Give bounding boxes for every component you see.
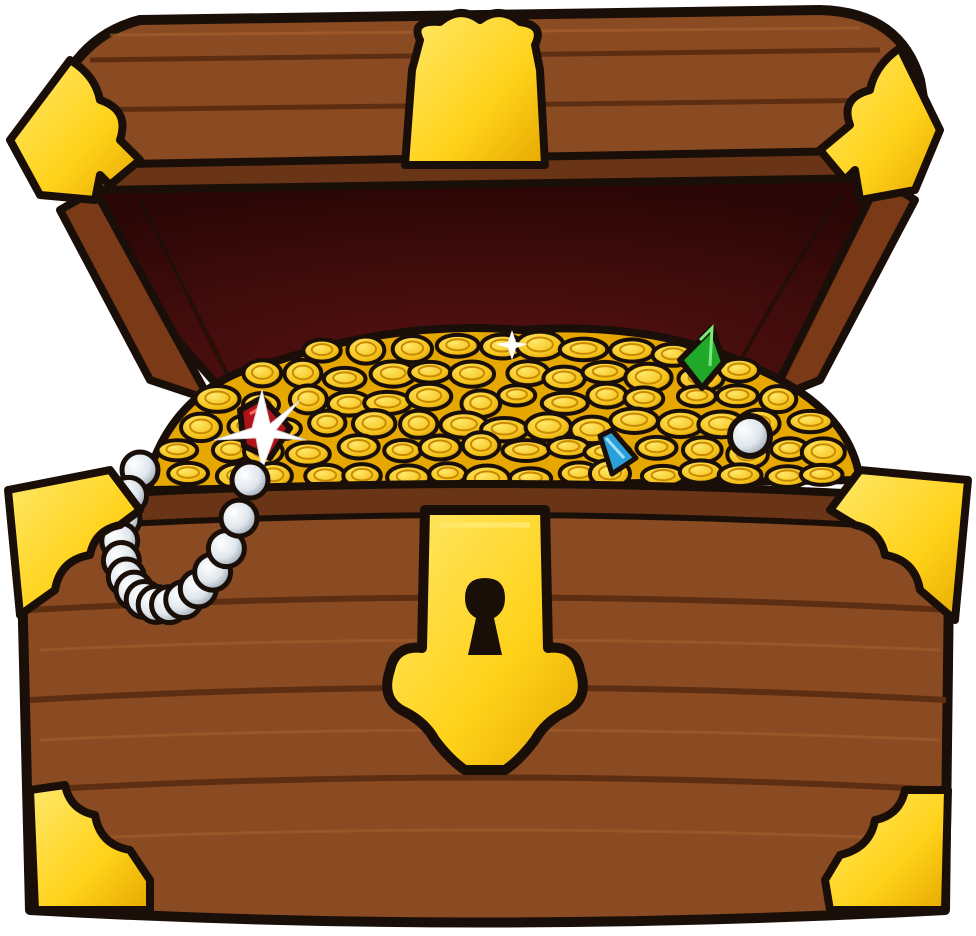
gold-coin	[178, 411, 224, 444]
pearl	[727, 413, 773, 459]
gold-coin	[758, 384, 799, 415]
gold-coin	[287, 383, 329, 416]
gold-coin	[496, 383, 538, 408]
gold-coin	[546, 435, 591, 460]
gold-coin	[282, 357, 324, 390]
gold-coin	[417, 433, 463, 462]
gold-coin	[447, 359, 497, 389]
gold-coin	[390, 333, 435, 365]
gold-coin	[398, 408, 440, 440]
gold-coin	[434, 332, 481, 359]
gold-coin	[622, 385, 666, 412]
lid-clasp	[401, 9, 549, 169]
gold-coin	[557, 336, 610, 363]
gold-coin	[155, 438, 200, 463]
gold-coin	[715, 383, 760, 409]
gold-coin	[799, 462, 845, 487]
gold-coin	[539, 390, 590, 416]
gold-coin	[716, 462, 764, 489]
gold-coin	[382, 438, 424, 464]
gold-coin	[301, 337, 343, 364]
gold-coin	[786, 408, 835, 435]
gold-coin	[407, 359, 453, 385]
gold-coin	[655, 408, 705, 440]
gold-coin	[585, 381, 629, 410]
gold-coin	[580, 359, 630, 385]
gold-coin	[321, 365, 368, 392]
gold-coin	[608, 406, 661, 435]
gold-coin	[345, 334, 387, 366]
gold-coin	[336, 433, 381, 461]
gold-coin	[284, 440, 332, 468]
necklace-pearl	[229, 459, 271, 501]
gold-coin	[460, 430, 502, 461]
gold-coin	[634, 434, 679, 461]
gold-coin	[677, 458, 724, 485]
gold-coin	[608, 337, 657, 364]
gold-coin	[500, 438, 552, 463]
necklace-pearl	[218, 497, 260, 539]
gold-coin	[241, 358, 284, 389]
gold-coin	[541, 364, 587, 393]
gold-coin	[675, 384, 718, 409]
gold-coin	[193, 383, 242, 414]
gold-coin	[307, 408, 348, 438]
gold-coin	[404, 381, 454, 412]
treasure-chest-illustration	[4, 5, 972, 928]
gold-coin	[166, 460, 211, 487]
gold-coin	[799, 436, 847, 469]
